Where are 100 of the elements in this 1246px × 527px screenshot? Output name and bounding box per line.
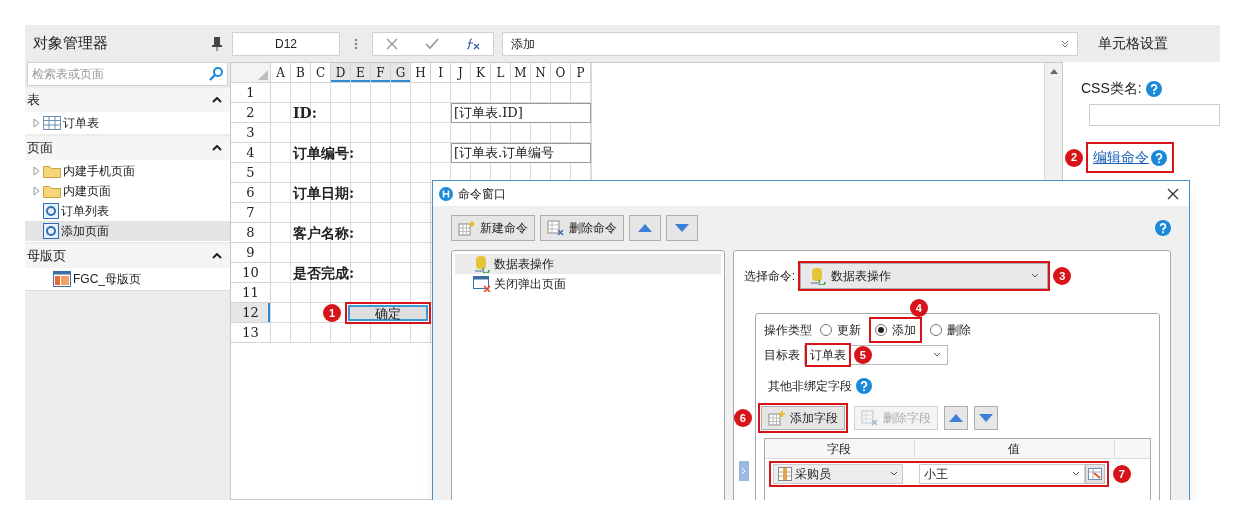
page-icon [43, 203, 59, 219]
table-edit-icon [1087, 468, 1102, 480]
panel-title: 对象管理器 [33, 33, 108, 54]
folder-icon [43, 164, 61, 178]
formula-editor-button[interactable] [1084, 464, 1105, 484]
search-field[interactable]: 检索表或页面 [27, 62, 228, 86]
column-header[interactable]: O [551, 63, 571, 83]
column-header[interactable]: D [331, 63, 351, 83]
field-label: 选择命令: [743, 268, 796, 285]
column-header[interactable]: H [411, 63, 431, 83]
delete-item-icon [860, 410, 879, 426]
close-window-icon [473, 276, 491, 292]
column-header[interactable]: F [371, 63, 391, 83]
delete-command-button[interactable]: 删除命令 [540, 215, 624, 241]
column-header[interactable]: J [451, 63, 471, 83]
radio-option[interactable]: 删除 [929, 321, 971, 339]
panel-title: 单元格设置 [1097, 34, 1169, 53]
move-up-button[interactable] [629, 215, 661, 241]
cell-name-field[interactable]: D12 [232, 31, 340, 56]
up-arrow-icon [638, 224, 652, 232]
section-title: 表 [27, 91, 40, 110]
move-up-button[interactable] [943, 406, 968, 430]
css-class-field[interactable] [1089, 104, 1220, 126]
radio-button[interactable] [929, 324, 942, 336]
radio-option[interactable]: 添加 [874, 321, 916, 339]
column-header[interactable]: C [311, 63, 331, 83]
help-icon [1145, 80, 1162, 97]
pin-icon [212, 36, 222, 51]
radio-option[interactable]: 更新 [819, 321, 861, 339]
column-header[interactable]: A [271, 63, 291, 83]
field-label: CSS类名: [1081, 79, 1142, 98]
move-down-button[interactable] [666, 215, 698, 241]
column-header[interactable]: K [471, 63, 491, 83]
row-header[interactable]: 2 [231, 103, 271, 123]
field-label: 订单日期: [291, 183, 356, 203]
row-header[interactable]: 9 [231, 243, 271, 263]
radio-button[interactable] [819, 324, 832, 336]
tree-item[interactable]: 订单列表 [25, 201, 230, 221]
command-dropdown[interactable]: 数据表操作 [800, 263, 1049, 289]
row-header[interactable]: 10 [231, 263, 271, 283]
binding-cell: [订单表.订单编号 [451, 143, 591, 163]
chevron-right-icon [741, 467, 747, 475]
tree-item[interactable]: 添加页面 [25, 221, 230, 241]
tree-item[interactable]: 内建手机页面 [25, 161, 230, 181]
section-header[interactable]: 表 [25, 88, 230, 112]
column-header[interactable]: L [491, 63, 511, 83]
add-field-button[interactable]: 添加字段 [760, 406, 845, 430]
new-command-button[interactable]: 新建命令 [451, 215, 535, 241]
field-dropdown[interactable]: 采购员 [772, 464, 903, 484]
column-header[interactable]: B [291, 63, 311, 83]
function-icon [465, 37, 480, 50]
row-header[interactable]: 12 [231, 303, 271, 323]
column-header[interactable]: P [571, 63, 591, 83]
callout-badge: 1 [323, 304, 341, 322]
column-header[interactable]: G [391, 63, 411, 83]
window-title: 命令窗口 [458, 185, 507, 203]
side-tab[interactable] [738, 461, 749, 481]
check-icon [425, 37, 439, 50]
row-header[interactable]: 7 [231, 203, 271, 223]
field-label: 是否完成: [292, 263, 356, 283]
table-dropdown[interactable]: 订单表 5 [803, 345, 948, 365]
tree-item[interactable]: 订单表 [25, 113, 230, 133]
column-header[interactable]: I [431, 63, 451, 83]
callout-badge: 7 [1112, 465, 1131, 483]
column-header[interactable]: N [531, 63, 551, 83]
caret-icon [932, 352, 941, 358]
column-header[interactable]: E [351, 63, 371, 83]
command-item[interactable]: 关闭弹出页面 [455, 274, 721, 294]
radio-button[interactable] [874, 324, 887, 336]
row-header[interactable]: 6 [231, 183, 271, 203]
row-header[interactable]: 4 [231, 143, 271, 163]
close-icon [386, 37, 399, 50]
row-header[interactable]: 8 [231, 223, 271, 243]
value-dropdown[interactable]: 小王 [918, 464, 1085, 484]
tree-item[interactable]: 内建页面 [25, 181, 230, 201]
app-logo-icon [439, 186, 453, 201]
tree-item[interactable]: FGC_母版页 [25, 269, 230, 289]
confirm-button[interactable]: 确定 [348, 305, 428, 321]
formula-field[interactable]: 添加 [502, 31, 1078, 56]
help-icon [855, 378, 872, 394]
column-header: 值 [914, 439, 1115, 458]
row-header[interactable]: 11 [231, 283, 271, 303]
table-column-icon [777, 467, 792, 481]
new-item-icon [458, 220, 476, 236]
row-header[interactable]: 1 [231, 83, 271, 103]
section-header[interactable]: 页面 [25, 136, 230, 160]
edit-command-link[interactable]: 编辑命令 [1093, 147, 1149, 168]
page-icon [43, 223, 59, 239]
close-icon [1167, 187, 1179, 200]
database-icon [809, 267, 828, 285]
column-header[interactable]: M [511, 63, 531, 83]
section-header[interactable]: 母版页 [25, 244, 230, 268]
move-down-button[interactable] [973, 406, 998, 430]
master-page-icon [53, 271, 71, 287]
row-header[interactable]: 3 [231, 123, 271, 143]
field-label: ID: [292, 103, 318, 123]
row-header[interactable]: 5 [231, 163, 271, 183]
row-header[interactable]: 13 [231, 323, 271, 343]
highlight-frame: 订单表 [804, 343, 851, 367]
command-item[interactable]: 数据表操作 [455, 254, 721, 274]
